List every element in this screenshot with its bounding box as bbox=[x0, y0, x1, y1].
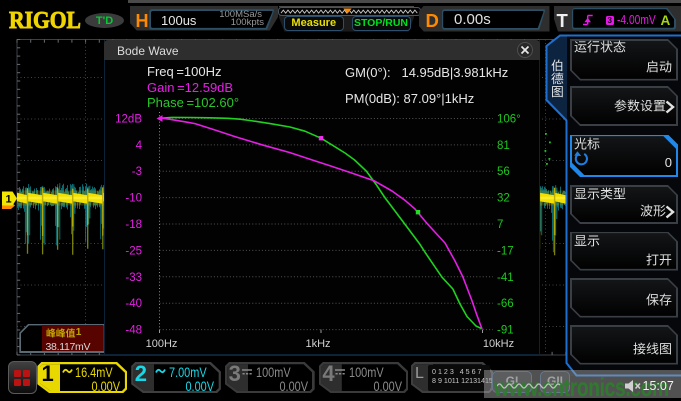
svg-text:-18: -18 bbox=[125, 219, 142, 231]
svg-text:-3: -3 bbox=[132, 166, 142, 178]
svg-text:10kHz: 10kHz bbox=[483, 338, 514, 349]
svg-text:-33: -33 bbox=[125, 272, 142, 284]
svg-text:32: 32 bbox=[497, 193, 510, 205]
svg-text:-41: -41 bbox=[497, 272, 514, 284]
svg-text:100Hz: 100Hz bbox=[146, 338, 178, 349]
svg-text:81: 81 bbox=[497, 140, 510, 152]
svg-text:1kHz: 1kHz bbox=[305, 338, 330, 349]
svg-text:-66: -66 bbox=[497, 298, 514, 310]
svg-text:106°: 106° bbox=[497, 114, 521, 126]
svg-text:56: 56 bbox=[497, 166, 510, 178]
svg-text:4: 4 bbox=[136, 140, 143, 152]
svg-text:-17: -17 bbox=[497, 245, 514, 257]
svg-text:-40: -40 bbox=[125, 298, 142, 310]
svg-text:-10: -10 bbox=[125, 193, 142, 205]
svg-text:-25: -25 bbox=[125, 245, 142, 257]
svg-text:12dB: 12dB bbox=[115, 114, 142, 126]
svg-text:-48: -48 bbox=[125, 325, 142, 337]
svg-text:7: 7 bbox=[497, 219, 503, 231]
svg-text:-91: -91 bbox=[497, 325, 514, 337]
svg-text:1: 1 bbox=[6, 194, 12, 206]
